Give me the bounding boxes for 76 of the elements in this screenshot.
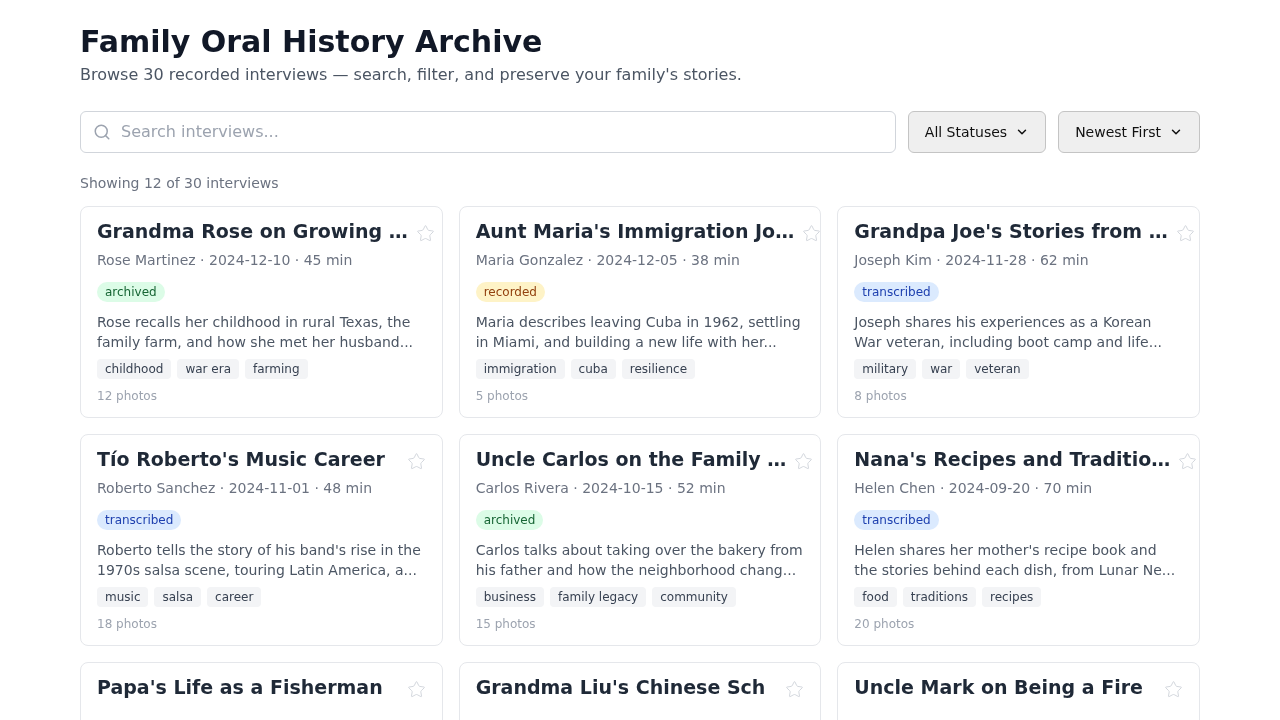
interview-summary: Carlos talks about taking over the bakery from his father and how the neighborhood chang... — [475, 541, 804, 580]
interview-meta: Helen Chen · 2024-09-20 · 70 min — [854, 479, 1094, 498]
interview-meta: Roberto Sanchez · 2024-11-01 · 48 min — [97, 479, 374, 498]
interview-meta: Joseph Kim · 2024-11-28 · 62 min — [854, 251, 1090, 270]
star-button[interactable] — [1175, 224, 1195, 243]
tag: childhood — [97, 359, 172, 379]
tag: traditions — [902, 587, 977, 607]
photo-count: 8 photos — [854, 388, 908, 405]
interview-title: Grandma Rose on Growing … — [97, 219, 408, 244]
tag: immigration — [475, 359, 565, 379]
status-badge: transcribed — [854, 510, 939, 530]
star-button[interactable] — [802, 224, 822, 243]
tag: resilience — [621, 359, 696, 379]
interview-title: Nana's Recipes and Traditio… — [854, 447, 1171, 472]
interview-card[interactable] — [458, 434, 822, 646]
interview-card[interactable]: Grandma Rose on Growing … Rose Martinez · 2024-12-10 · 45 min archived Rose recalls her childhood in rural Texas, the family farm, and how she met her husband... childhood war era farming 12 photos — [80, 206, 443, 418]
photo-count: 18 photos — [97, 616, 158, 633]
tag: military — [854, 359, 917, 379]
interview-card[interactable]: Grandma Liu's Chinese Sch — [458, 662, 822, 720]
tag: family legacy — [549, 587, 647, 607]
tag: recipes — [982, 587, 1042, 607]
search-field[interactable]: Search interviews... — [80, 111, 896, 153]
photo-count: 12 photos — [97, 388, 158, 405]
tag: war era — [177, 359, 239, 379]
interview-card[interactable] — [458, 206, 822, 418]
interview-summary: Maria describes leaving Cuba in 1962, settling in Miami, and building a new life with her... — [475, 313, 802, 352]
photo-count: 15 photos — [475, 616, 537, 633]
status-badge: transcribed — [854, 282, 939, 302]
results-count: Showing 12 of 30 interviews — [80, 174, 280, 193]
tag: community — [652, 587, 736, 607]
star-button[interactable] — [1164, 680, 1183, 699]
interview-meta: Carlos Rivera · 2024-10-15 · 52 min — [475, 479, 727, 498]
tag: cuba — [570, 359, 616, 379]
tag: salsa — [154, 587, 202, 607]
interview-card[interactable] — [80, 434, 443, 646]
star-button[interactable] — [406, 452, 426, 471]
interview-title: Tío Roberto's Music Career — [97, 447, 385, 472]
star-button[interactable] — [415, 224, 435, 243]
page-subtitle: Browse 30 recorded interviews — search, filter, and preserve your family's stories. — [80, 64, 743, 86]
star-button[interactable] — [785, 680, 805, 699]
interview-summary: Rose recalls her childhood in rural Texas, the family farm, and how she met her husband... — [97, 313, 415, 352]
interview-title: Aunt Maria's Immigration Jo… — [475, 219, 795, 244]
status-badge: archived — [97, 282, 165, 302]
interview-meta: Maria Gonzalez · 2024-12-05 · 38 min — [475, 251, 741, 270]
star-button[interactable] — [1178, 452, 1198, 471]
interview-title: Grandma Liu's Chinese Sch — [475, 675, 766, 700]
filter-select[interactable]: All Statuses — [907, 111, 1047, 153]
tag: music — [97, 587, 149, 607]
interview-summary: Joseph shares his experiences as a Korean War veteran, including boot camp and life... — [854, 313, 1164, 352]
status-badge: recorded — [475, 282, 545, 302]
interview-card[interactable]: Grandpa Joe's Stories from … Joseph Kim · 2024-11-28 · 62 min transcribed Joseph shares his experiences as a Korean War veteran, including boot camp and life... military war veteran 8 photos — [837, 206, 1200, 418]
tag: veteran — [966, 359, 1029, 379]
interview-card[interactable]: Papa's Life as a Fisherman — [80, 662, 443, 720]
star-button[interactable] — [406, 680, 426, 699]
tag: career — [207, 587, 262, 607]
interview-title: Uncle Mark on Being a Fire — [854, 675, 1143, 700]
interview-card[interactable]: Nana's Recipes and Traditio… Helen Chen · 2024-09-20 · 70 min transcribed Helen shares her mother's recipe book and the stories behind each dish, from Lunar Ne... food traditions recipes 20 photos — [837, 434, 1200, 646]
tag: business — [475, 587, 544, 607]
search-icon — [93, 123, 111, 141]
status-badge: archived — [475, 510, 544, 530]
interview-title: Papa's Life as a Fisherman — [97, 675, 383, 700]
star-button[interactable] — [794, 452, 814, 471]
tag: food — [854, 587, 897, 607]
status-badge: transcribed — [97, 510, 182, 530]
interview-summary: Roberto tells the story of his band's rise in the 1970s salsa scene, touring Latin America, a... — [97, 541, 422, 580]
page-title: Family Oral History Archive — [80, 23, 544, 61]
interview-summary: Helen shares her mother's recipe book and the stories behind each dish, from Lunar Ne... — [854, 541, 1177, 580]
tag: farming — [245, 359, 308, 379]
photo-count: 5 photos — [475, 388, 529, 405]
interview-card[interactable]: Uncle Mark on Being a Fire — [837, 662, 1200, 720]
interview-title: Grandpa Joe's Stories from … — [854, 219, 1168, 244]
interview-meta: Rose Martinez · 2024-12-10 · 45 min — [97, 251, 354, 270]
interview-title: Uncle Carlos on the Family … — [475, 447, 787, 472]
photo-count: 20 photos — [854, 616, 916, 633]
filter-select[interactable]: Newest First — [1058, 111, 1200, 153]
tag: war — [922, 359, 961, 379]
